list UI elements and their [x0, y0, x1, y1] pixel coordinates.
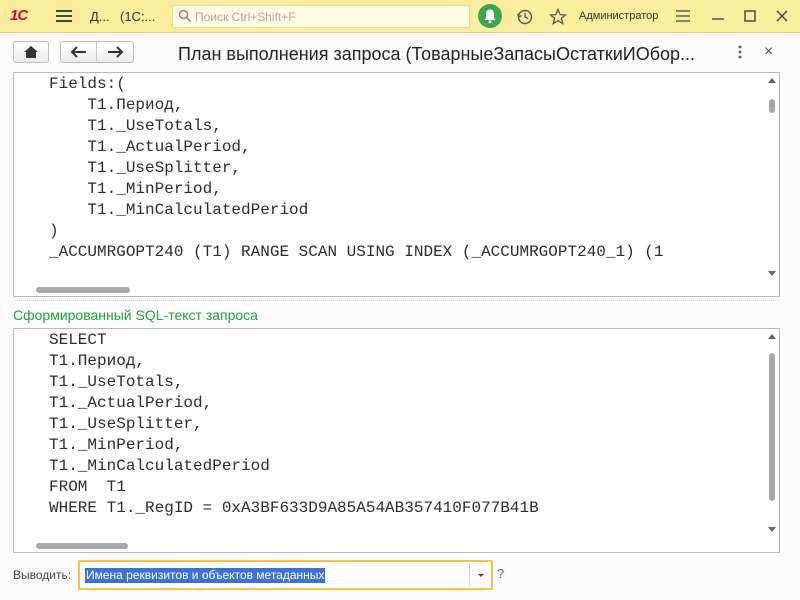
scroll-up-icon[interactable] — [768, 334, 776, 339]
plan-horizontal-scrollbar[interactable] — [36, 286, 756, 294]
home-button[interactable] — [13, 41, 49, 63]
app-titlebar: 1С Д... (1С:... Администратор — [0, 0, 800, 33]
app-logo: 1С — [10, 7, 28, 24]
favorites-star-icon[interactable] — [549, 8, 567, 26]
search-icon — [178, 9, 192, 23]
sql-text: SELECT T1.Период, T1._UseTotals, T1._Act… — [49, 331, 539, 517]
plan-hscroll-thumb[interactable] — [36, 287, 130, 293]
close-window-icon[interactable] — [773, 7, 791, 25]
back-button[interactable] — [61, 42, 97, 62]
chevron-down-icon — [478, 574, 484, 577]
scroll-down-icon[interactable] — [768, 527, 776, 532]
sql-vscroll-thumb[interactable] — [769, 353, 775, 501]
sql-text-pane[interactable]: SELECT T1.Период, T1._UseTotals, T1._Act… — [13, 328, 780, 553]
scroll-down-icon[interactable] — [768, 271, 776, 276]
global-search[interactable] — [172, 5, 470, 28]
output-label: Выводить: — [13, 568, 72, 582]
output-mode-value[interactable]: Имена реквизитов и объектов метаданных — [85, 568, 326, 583]
more-actions-icon[interactable] — [736, 44, 744, 60]
main-menu-icon[interactable] — [56, 10, 72, 23]
history-icon[interactable] — [516, 8, 534, 26]
close-form-button[interactable]: × — [764, 43, 773, 61]
app-name: (1С:... — [120, 9, 156, 24]
sql-hscroll-thumb[interactable] — [36, 543, 128, 549]
help-button[interactable]: ? — [497, 566, 504, 581]
sql-section-label: Сформированный SQL-текст запроса — [13, 307, 258, 323]
home-icon — [24, 46, 38, 58]
nav-back-forward — [60, 41, 134, 63]
output-mode-dropdown-button[interactable] — [469, 564, 491, 586]
form-title: План выполнения запроса (ТоварныеЗапасыО… — [178, 44, 696, 64]
arrow-left-icon — [70, 46, 86, 58]
scroll-up-icon[interactable] — [768, 78, 776, 83]
maximize-icon[interactable] — [741, 7, 759, 25]
minimize-icon[interactable] — [709, 7, 727, 25]
arrow-right-icon — [108, 46, 124, 58]
pane-separator[interactable] — [13, 300, 780, 301]
settings-menu-icon[interactable] — [674, 7, 692, 25]
query-plan-pane[interactable]: Fields:( T1.Период, T1._UseTotals, T1._A… — [13, 72, 780, 297]
plan-vertical-scrollbar[interactable] — [767, 75, 777, 280]
forward-button[interactable] — [97, 42, 133, 62]
query-plan-text: Fields:( T1.Период, T1._UseTotals, T1._A… — [49, 75, 664, 261]
notifications-button[interactable] — [478, 4, 502, 28]
sql-vertical-scrollbar[interactable] — [767, 331, 777, 536]
plan-vscroll-thumb[interactable] — [769, 99, 775, 113]
bell-icon — [484, 9, 496, 24]
current-user[interactable]: Администратор — [579, 10, 658, 22]
sql-horizontal-scrollbar[interactable] — [36, 542, 756, 550]
app-short-title: Д... — [90, 9, 110, 24]
search-input[interactable] — [195, 7, 465, 26]
output-mode-select[interactable]: Имена реквизитов и объектов метаданных — [78, 560, 493, 590]
